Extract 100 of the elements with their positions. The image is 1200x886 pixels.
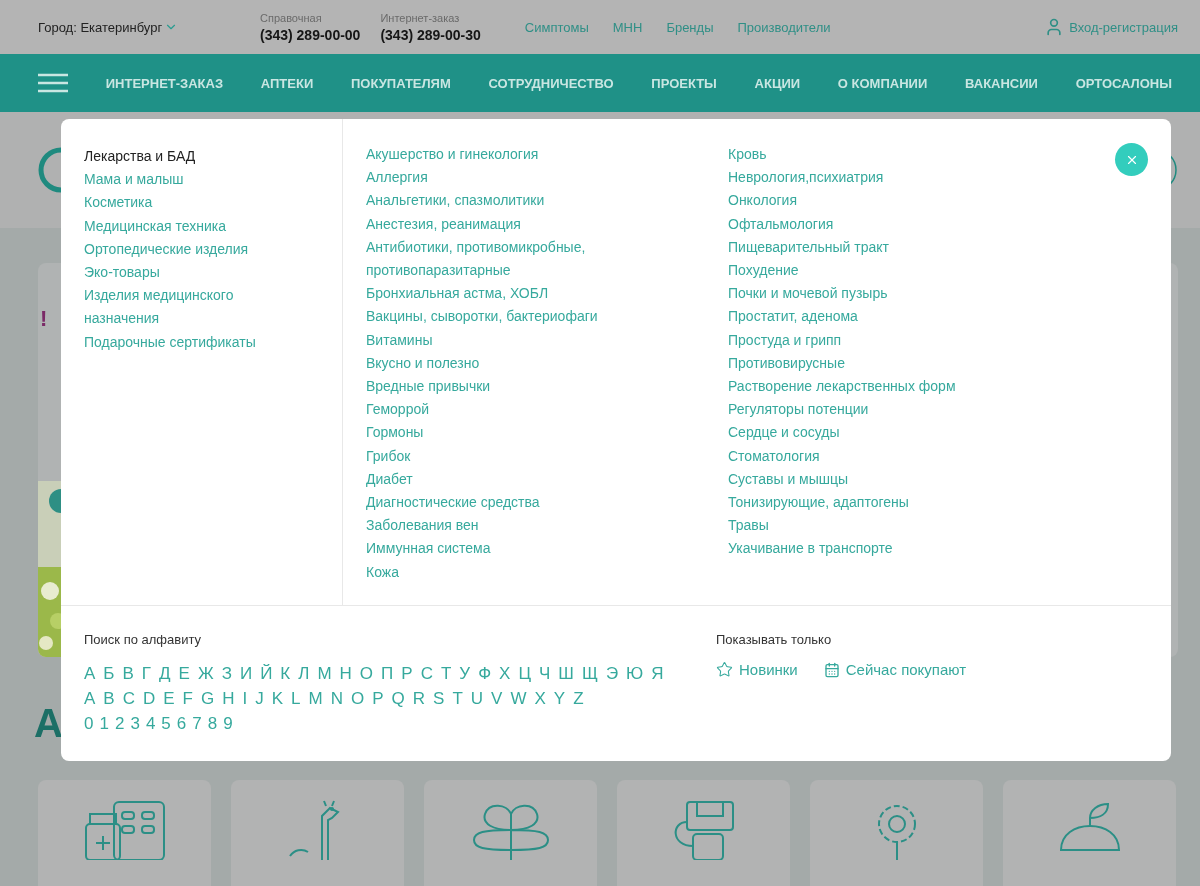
nav-item[interactable]: АКЦИИ (754, 75, 801, 91)
letter-link[interactable]: V (491, 688, 503, 709)
letter-link[interactable]: P (372, 688, 384, 709)
category-card[interactable] (617, 780, 790, 886)
category-link[interactable]: Пищеварительный тракт (728, 235, 973, 259)
category-link[interactable]: Растворение лекарственных форм (728, 375, 973, 399)
letter-link[interactable]: F (182, 688, 193, 709)
category-card[interactable] (810, 780, 983, 886)
category-link[interactable]: Вакцины, сыворотки, бактериофаги (366, 305, 611, 329)
top-link[interactable]: Симптомы (524, 19, 589, 35)
letter-link[interactable]: G (201, 688, 215, 709)
letter-link[interactable]: J (255, 688, 264, 709)
category-link[interactable]: Диагностические средства (366, 491, 611, 515)
letter-link[interactable]: R (412, 688, 426, 709)
category-link[interactable]: Анальгетики, спазмолитики (366, 189, 611, 213)
letter-link[interactable]: 0 (84, 713, 94, 734)
letter-link[interactable]: А (84, 663, 96, 684)
nav-item[interactable]: СОТРУДНИЧЕСТВО (488, 75, 614, 91)
letter-link[interactable]: Р (401, 663, 413, 684)
category-link[interactable]: Акушерство и гинекология (366, 143, 611, 167)
letter-link[interactable]: И (239, 663, 253, 684)
category-card[interactable] (424, 780, 597, 886)
letter-link[interactable]: Z (573, 688, 584, 709)
category-link[interactable]: Неврология,психиатрия (728, 166, 973, 190)
letter-link[interactable]: L (291, 688, 301, 709)
category-link[interactable]: Гормоны (366, 421, 611, 445)
nav-item[interactable]: О КОМПАНИИ (837, 75, 928, 91)
group-link[interactable]: Подарочные сертификаты (84, 330, 264, 354)
category-link[interactable]: Тонизирующие, адаптогены (728, 491, 973, 515)
category-link[interactable]: Укачивание в транспорте (728, 537, 973, 561)
letter-link[interactable]: Ч (539, 663, 551, 684)
letter-link[interactable]: Y (553, 688, 566, 709)
category-link[interactable]: Геморрой (366, 398, 611, 422)
top-link[interactable]: Бренды (666, 19, 714, 35)
group-link[interactable]: Изделия медицинского назначения (84, 284, 264, 331)
category-link[interactable]: Противовирусные (728, 351, 973, 376)
group-link[interactable]: Ортопедические изделия (84, 237, 264, 261)
letter-link[interactable]: 2 (114, 713, 125, 734)
letter-link[interactable]: Т (440, 663, 452, 684)
letter-link[interactable]: Н (339, 663, 352, 684)
menu-icon[interactable] (38, 73, 68, 93)
category-link[interactable]: Антибиотики, противомикробные, противопаразитарные (366, 235, 611, 283)
category-card[interactable] (231, 780, 404, 886)
letter-link[interactable]: 8 (207, 713, 218, 734)
category-link[interactable]: Вредные привычки (366, 375, 611, 399)
letter-link[interactable]: T (452, 688, 463, 709)
letter-link[interactable]: K (271, 688, 284, 709)
letter-link[interactable]: 5 (161, 713, 171, 734)
category-link[interactable]: Стоматология (728, 444, 973, 468)
letter-link[interactable]: U (470, 688, 484, 709)
letter-link[interactable]: Й (260, 663, 273, 684)
letter-link[interactable]: Q (391, 688, 405, 709)
nav-item[interactable]: ПОКУПАТЕЛЯМ (351, 75, 451, 91)
category-link[interactable]: Витамины (366, 328, 611, 352)
category-link[interactable]: Почки и мочевой пузырь (728, 282, 973, 306)
letter-link[interactable]: У (459, 663, 471, 684)
category-link[interactable]: Кровь (728, 143, 973, 167)
category-link[interactable]: Похудение (728, 259, 973, 283)
close-button[interactable] (1115, 143, 1148, 176)
top-link[interactable]: Производители (737, 19, 831, 35)
letter-link[interactable]: N (330, 688, 343, 709)
letter-link[interactable]: C (122, 688, 135, 709)
group-link[interactable]: Лекарства и БАД (84, 145, 264, 169)
nav-item[interactable]: ОРТОСАЛОНЫ (1075, 75, 1172, 91)
letter-link[interactable]: O (351, 688, 365, 709)
city-selector[interactable]: Город: Екатеринбург (38, 19, 260, 35)
letter-link[interactable]: Е (178, 663, 190, 684)
category-link[interactable]: Сердце и сосуды (728, 421, 973, 445)
letter-link[interactable]: I (242, 688, 248, 709)
letter-link[interactable]: M (308, 688, 323, 709)
letter-link[interactable]: 9 (223, 713, 233, 734)
category-link[interactable]: Онкология (728, 189, 973, 213)
letter-link[interactable]: О (359, 663, 374, 684)
letter-link[interactable]: С (420, 663, 433, 684)
filter-link[interactable]: Сейчас покупают (823, 661, 967, 678)
letter-link[interactable]: 6 (176, 713, 187, 734)
category-link[interactable]: Травы (728, 514, 973, 538)
group-link[interactable]: Мама и малыш (84, 168, 264, 192)
letter-link[interactable]: Щ (581, 663, 598, 684)
letter-link[interactable]: Л (298, 663, 310, 684)
category-link[interactable]: Вкусно и полезно (366, 351, 611, 376)
letter-link[interactable]: H (222, 688, 235, 709)
letter-link[interactable]: Ф (478, 663, 492, 684)
letter-link[interactable]: Х (499, 663, 511, 684)
category-link[interactable]: Анестезия, реанимация (366, 212, 611, 236)
letter-link[interactable]: Д (159, 663, 171, 684)
letter-link[interactable]: W (510, 688, 527, 709)
letter-link[interactable]: Ю (626, 663, 644, 684)
group-link[interactable]: Медицинская техника (84, 214, 264, 238)
category-link[interactable]: Диабет (366, 467, 611, 492)
letter-link[interactable]: З (221, 663, 232, 684)
nav-item[interactable]: ПРОЕКТЫ (651, 75, 717, 91)
category-link[interactable]: Грибок (366, 444, 611, 468)
letter-link[interactable]: Ц (518, 663, 531, 684)
letter-link[interactable]: A (84, 688, 96, 709)
letter-link[interactable]: B (103, 688, 115, 709)
top-link[interactable]: МНН (612, 19, 643, 35)
category-link[interactable]: Регуляторы потенции (728, 398, 973, 422)
category-link[interactable]: Кожа (366, 560, 611, 584)
letter-link[interactable]: М (317, 663, 332, 684)
